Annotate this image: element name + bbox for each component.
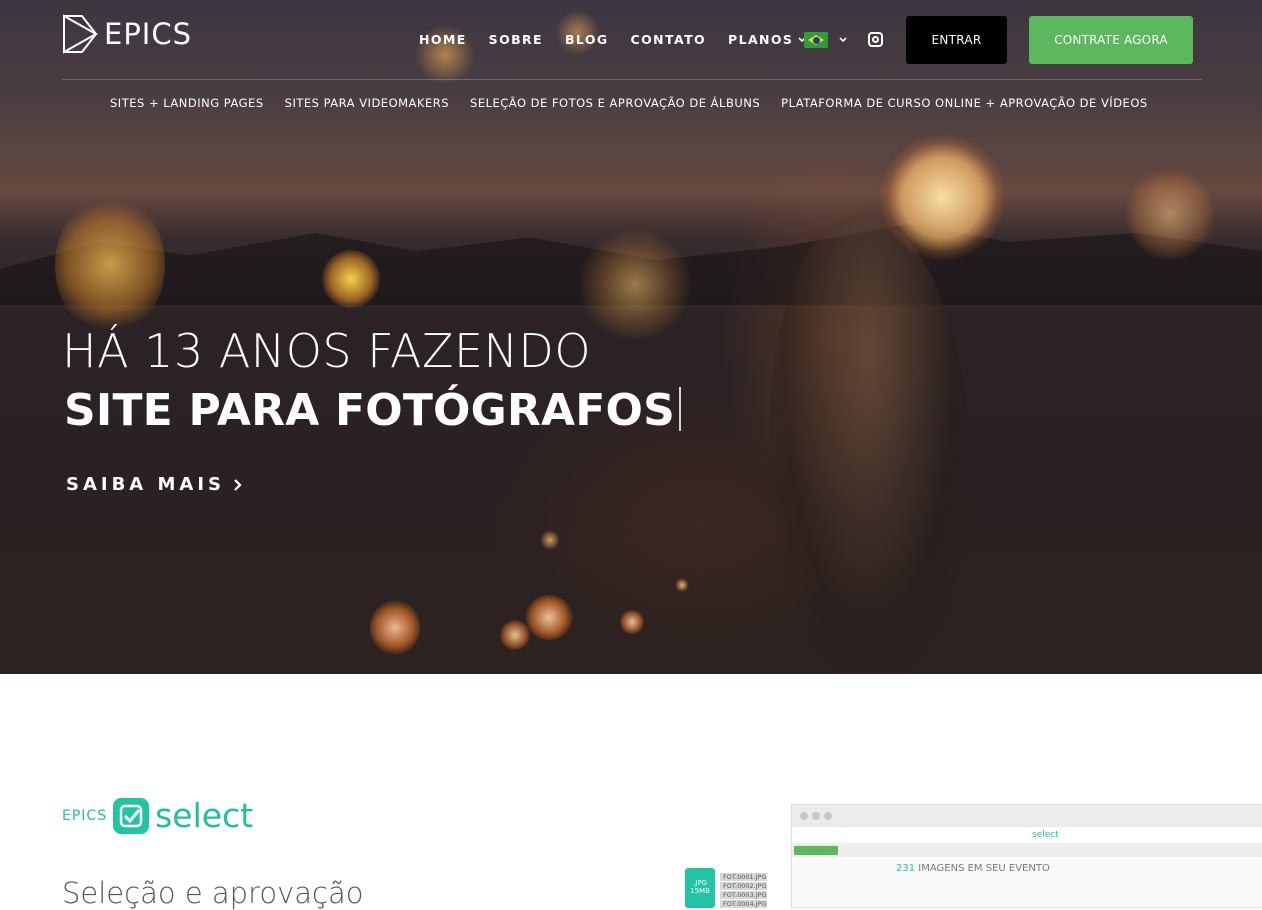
window-dot [800,812,808,820]
nav-divider [62,79,1202,80]
file-name: FOT.0001.JPG [720,873,767,881]
brazil-flag-icon[interactable] [804,32,828,48]
learn-more-label: SAIBA MAIS [66,474,226,495]
section-title: Seleção e aprovação [62,876,364,910]
nav-sobre[interactable]: SOBRE [489,32,543,47]
subnav-sites-videomakers[interactable]: SITES PARA VIDEOMAKERS [285,96,449,110]
hero-headline-line2: SITE PARA FOTÓGRAFOS [64,385,682,436]
mockup-window-bar [792,805,1262,827]
mockup-tabs [792,844,1262,857]
select-logo-word: select [155,796,254,835]
mockup-body: 231 IMAGENS EM SEU EVENTO [792,857,1262,907]
file-name: FOT.0004.JPG [720,900,767,908]
nav-home[interactable]: HOME [419,32,467,47]
typing-cursor [679,387,682,431]
select-logo-prefix: EPICS [62,807,108,824]
bokeh-light [620,610,644,634]
file-upload-illustration: .JPG 15MB FOT.0001.JPG FOT.0002.JPG FOT.… [685,868,775,908]
bokeh-light [675,578,689,592]
nav-contato[interactable]: CONTATO [631,32,706,47]
subnav-sites-landing-pages[interactable]: SITES + LANDING PAGES [110,96,264,110]
language-chevron-down-icon[interactable] [839,30,847,50]
learn-more-link[interactable]: SAIBA MAIS [66,474,243,495]
epics-logo[interactable]: EPICS [62,14,192,54]
file-list: FOT.0001.JPG FOT.0002.JPG FOT.0003.JPG F… [720,873,767,909]
check-icon [119,804,143,827]
hero-section: EPICS HOME SOBRE BLOG CONTATO PLANOS ENT… [0,0,1262,674]
mockup-count-number: 231 [896,863,916,874]
subnav-selecao-fotos[interactable]: SELEÇÃO DE FOTOS E APROVAÇÃO DE ÁLBUNS [470,96,760,110]
app-screenshot-mockup: select 231 IMAGENS EM SEU EVENTO [791,804,1262,908]
hero-headline-line1: HÁ 13 ANOS FAZENDO [62,324,592,378]
file-size: 15MB [690,887,710,895]
main-menu: HOME SOBRE BLOG CONTATO PLANOS [419,32,828,47]
window-dot [824,812,832,820]
window-dot [812,812,820,820]
jpg-file-icon: .JPG 15MB [685,868,715,908]
chevron-right-icon [234,478,242,491]
bokeh-light [370,600,420,655]
mockup-green-tab [794,846,838,855]
hero-string-lights [575,230,695,340]
bokeh-light [500,620,530,650]
subnav-plataforma-curso[interactable]: PLATAFORMA DE CURSO ONLINE + APROVAÇÃO D… [781,96,1148,110]
login-button[interactable]: ENTRAR [906,16,1007,64]
flag-circle [812,36,820,44]
logo-text: EPICS [104,17,193,51]
bokeh-light [525,595,573,640]
nav-planos[interactable]: PLANOS [728,32,806,47]
hero-headline-line2-text: SITE PARA FOTÓGRAFOS [64,385,676,436]
mockup-image-count: 231 IMAGENS EM SEU EVENTO [896,863,1050,874]
hire-now-button[interactable]: CONTRATE AGORA [1029,16,1193,64]
hero-sky [0,150,1262,240]
bokeh-light [540,530,560,550]
mockup-header: select [792,827,1262,844]
epics-logo-icon [63,14,98,54]
epics-select-logo: EPICS select [62,796,253,835]
nav-blog[interactable]: BLOG [565,32,609,47]
mockup-count-label: IMAGENS EM SEU EVENTO [918,863,1050,874]
mockup-logo: select [1032,830,1059,840]
file-name: FOT.0002.JPG [720,882,767,890]
instagram-icon[interactable] [868,32,883,47]
nav-planos-label: PLANOS [728,32,794,47]
top-navigation: EPICS HOME SOBRE BLOG CONTATO PLANOS ENT… [0,0,1262,110]
file-name: FOT.0003.JPG [720,891,767,899]
checkbox-logo-icon [113,797,150,834]
flag-diamond [808,35,824,45]
sub-navigation: SITES + LANDING PAGES SITES PARA VIDEOMA… [110,96,1148,110]
